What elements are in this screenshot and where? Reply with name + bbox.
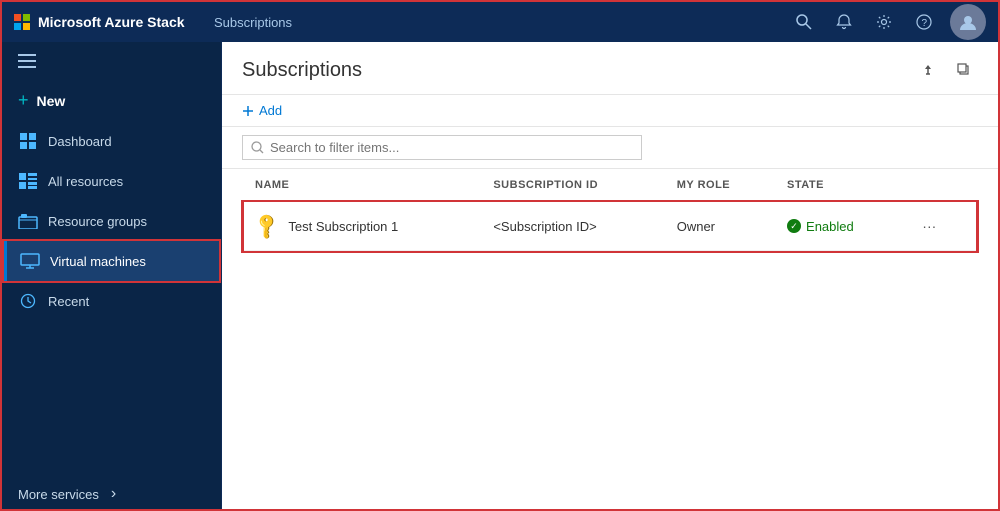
user-avatar[interactable] [950, 4, 986, 40]
enabled-dot: ✓ [787, 219, 801, 233]
dashboard-icon [18, 131, 38, 151]
cell-state: ✓ Enabled [775, 202, 904, 251]
avatar-icon [959, 13, 977, 31]
header-actions [914, 56, 978, 84]
bell-icon [836, 14, 852, 30]
cell-name: 🔑 Test Subscription 1 [243, 202, 481, 251]
name-cell: 🔑 Test Subscription 1 [256, 216, 469, 237]
resourcegroups-icon [18, 211, 38, 231]
more-services-label: More services [18, 487, 99, 502]
col-name: NAME [243, 169, 481, 202]
sidebar-item-allresources[interactable]: All resources [2, 161, 221, 201]
search-bar [222, 127, 998, 169]
more-services-chevron: › [111, 485, 116, 503]
recent-icon [18, 291, 38, 311]
page-title: Subscriptions [242, 59, 362, 82]
col-role: MY ROLE [665, 169, 775, 202]
cell-ellipsis: ··· [904, 202, 977, 251]
allresources-icon [18, 171, 38, 191]
new-button[interactable]: + New [2, 80, 221, 121]
topbar-icons: ? [786, 4, 986, 40]
hamburger-icon [18, 54, 36, 68]
state-label: Enabled [806, 219, 854, 234]
content-header: Subscriptions [222, 42, 998, 95]
pin-button[interactable] [914, 56, 942, 84]
brand-label: Microsoft Azure Stack [38, 14, 185, 30]
sidebar-item-resourcegroups-label: Resource groups [48, 214, 205, 229]
search-input[interactable] [270, 140, 633, 155]
sidebar: + New Dashboard [2, 42, 222, 511]
settings-button[interactable] [866, 4, 902, 40]
app-wrapper: Microsoft Azure Stack Subscriptions [0, 0, 1000, 511]
sidebar-item-dashboard-label: Dashboard [48, 134, 205, 149]
row-more-button[interactable]: ··· [916, 214, 964, 238]
add-button[interactable]: Add [242, 103, 282, 118]
more-services-button[interactable]: More services › [2, 475, 221, 511]
key-icon: 🔑 [252, 211, 283, 242]
restore-icon [957, 63, 971, 77]
gear-icon [876, 14, 892, 30]
sidebar-item-virtualmachines-label: Virtual machines [50, 254, 203, 269]
content-area: Subscriptions [222, 42, 998, 511]
table-header-row: NAME SUBSCRIPTION ID MY ROLE STATE [243, 169, 977, 202]
sidebar-item-recent[interactable]: Recent [2, 281, 221, 321]
sidebar-item-resourcegroups[interactable]: Resource groups [2, 201, 221, 241]
search-icon [796, 14, 812, 30]
sidebar-item-virtualmachines[interactable]: Virtual machines [4, 241, 219, 281]
svg-text:?: ? [922, 18, 928, 29]
notifications-button[interactable] [826, 4, 862, 40]
pin-icon [921, 63, 935, 77]
subscription-name: Test Subscription 1 [288, 219, 398, 234]
add-label: Add [259, 103, 282, 118]
ms-logo [14, 14, 30, 30]
sidebar-item-dashboard[interactable]: Dashboard [2, 121, 221, 161]
table-container: NAME SUBSCRIPTION ID MY ROLE STATE 🔑 [222, 169, 998, 511]
sidebar-item-recent-label: Recent [48, 294, 205, 309]
sidebar-item-allresources-label: All resources [48, 174, 205, 189]
help-button[interactable]: ? [906, 4, 942, 40]
search-button[interactable] [786, 4, 822, 40]
cell-subscription-id: <Subscription ID> [481, 202, 664, 251]
virtualmachines-icon [20, 251, 40, 271]
col-state: STATE [775, 169, 904, 202]
hamburger-button[interactable] [2, 42, 221, 80]
help-icon: ? [916, 14, 932, 30]
add-icon [242, 105, 254, 117]
table-row[interactable]: 🔑 Test Subscription 1 <Subscription ID> … [243, 202, 977, 251]
search-wrapper [242, 135, 642, 160]
col-actions [904, 169, 977, 202]
col-subscription-id: SUBSCRIPTION ID [481, 169, 664, 202]
enabled-badge: ✓ Enabled [787, 219, 892, 234]
top-bar: Microsoft Azure Stack Subscriptions [2, 2, 998, 42]
subscriptions-table: NAME SUBSCRIPTION ID MY ROLE STATE 🔑 [242, 169, 978, 251]
main-layout: + New Dashboard [2, 42, 998, 511]
brand: Microsoft Azure Stack [14, 14, 214, 30]
breadcrumb: Subscriptions [214, 15, 786, 30]
new-label: New [37, 93, 66, 109]
plus-icon: + [18, 90, 29, 111]
cell-role: Owner [665, 202, 775, 251]
add-bar: Add [222, 95, 998, 127]
restore-button[interactable] [950, 56, 978, 84]
search-icon [251, 141, 264, 154]
